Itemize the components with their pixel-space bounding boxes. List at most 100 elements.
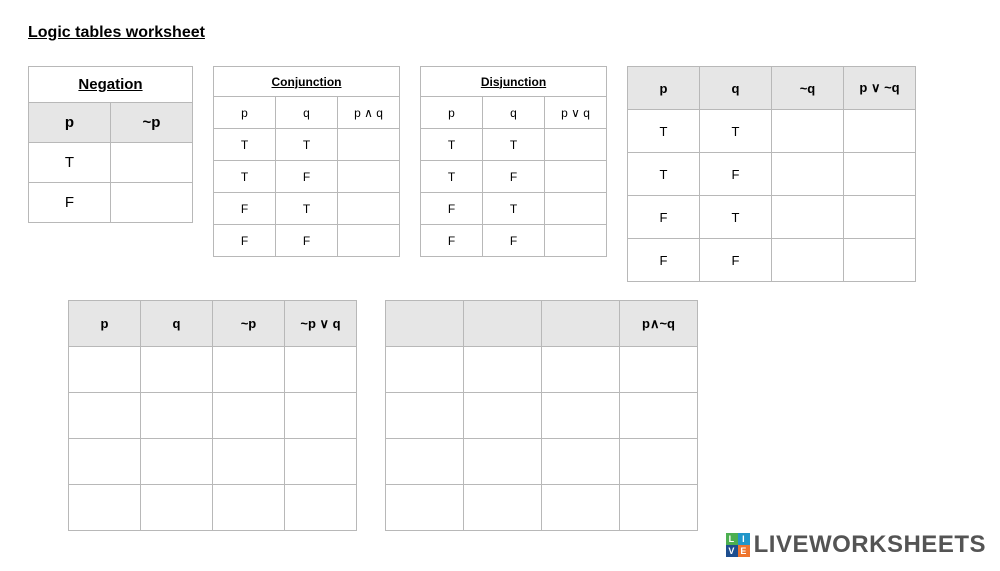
negation-cell[interactable]: T [29,143,111,183]
expr2-cell[interactable] [69,347,141,393]
expr3-cell[interactable] [464,347,542,393]
expr2-cell[interactable] [213,439,285,485]
expr2-header: ~p ∨ q [285,301,357,347]
conjunction-cell[interactable]: T [276,193,338,225]
expr2-cell[interactable] [69,485,141,531]
conjunction-cell[interactable]: F [214,193,276,225]
negation-title: Negation [29,67,193,103]
expr3-header[interactable] [386,301,464,347]
expr2-header: q [141,301,213,347]
expr3-cell[interactable] [386,347,464,393]
expr3-cell[interactable] [542,393,620,439]
disjunction-cell[interactable]: T [483,193,545,225]
expr2-table: p q ~p ~p ∨ q [68,300,357,531]
expr1-cell[interactable] [844,239,916,282]
expr2-cell[interactable] [141,439,213,485]
expr2-cell[interactable] [285,393,357,439]
conjunction-title: Conjunction [214,67,400,97]
tables-row-1: Negation p ~p T F Conjunction p q p ∧ q … [28,66,972,282]
disjunction-cell[interactable]: F [421,225,483,257]
expr3-cell[interactable] [620,347,698,393]
disjunction-cell[interactable]: T [483,129,545,161]
expr3-cell[interactable] [542,439,620,485]
expr1-cell[interactable]: F [628,239,700,282]
disjunction-cell[interactable]: F [483,225,545,257]
conjunction-cell[interactable]: F [276,225,338,257]
expr1-cell[interactable] [772,153,844,196]
expr1-header: ~q [772,67,844,110]
expr1-cell[interactable]: T [628,153,700,196]
negation-cell[interactable]: F [29,183,111,223]
expr2-cell[interactable] [141,393,213,439]
expr2-cell[interactable] [141,347,213,393]
disjunction-cell[interactable]: T [421,129,483,161]
expr3-cell[interactable] [620,393,698,439]
negation-cell[interactable] [111,183,193,223]
disjunction-header: q [483,97,545,129]
expr2-cell[interactable] [69,439,141,485]
tables-row-2: p q ~p ~p ∨ q [68,300,972,531]
expr1-cell[interactable]: T [700,110,772,153]
expr1-cell[interactable]: F [700,153,772,196]
conjunction-cell[interactable]: T [214,129,276,161]
expr1-cell[interactable] [772,196,844,239]
expr3-cell[interactable] [386,485,464,531]
expr1-cell[interactable] [772,239,844,282]
conjunction-cell[interactable] [338,129,400,161]
expr2-cell[interactable] [285,439,357,485]
badge-letter: E [738,545,750,557]
disjunction-cell[interactable] [545,161,607,193]
expr1-cell[interactable]: T [628,110,700,153]
negation-header-notp: ~p [111,103,193,143]
conjunction-cell[interactable] [338,193,400,225]
expr3-cell[interactable] [386,393,464,439]
conjunction-cell[interactable]: T [214,161,276,193]
liveworksheets-badge-icon: L I V E [726,533,750,557]
expr2-cell[interactable] [69,393,141,439]
expr3-header[interactable] [464,301,542,347]
expr2-cell[interactable] [213,347,285,393]
expr1-cell[interactable] [844,153,916,196]
conjunction-cell[interactable] [338,161,400,193]
conjunction-cell[interactable]: F [276,161,338,193]
conjunction-cell[interactable] [338,225,400,257]
expr1-cell[interactable] [844,110,916,153]
expr1-cell[interactable]: F [628,196,700,239]
expr2-cell[interactable] [213,393,285,439]
negation-table: Negation p ~p T F [28,66,193,223]
conjunction-cell[interactable]: T [276,129,338,161]
expr3-cell[interactable] [464,439,542,485]
expr2-cell[interactable] [285,347,357,393]
disjunction-cell[interactable] [545,193,607,225]
expr3-cell[interactable] [620,439,698,485]
expr3-cell[interactable] [464,393,542,439]
expr1-cell[interactable] [772,110,844,153]
conjunction-header: p ∧ q [338,97,400,129]
expr2-cell[interactable] [213,485,285,531]
expr3-header[interactable] [542,301,620,347]
expr2-cell[interactable] [141,485,213,531]
expr1-cell[interactable] [844,196,916,239]
disjunction-cell[interactable]: F [483,161,545,193]
expr1-table: p q ~q p ∨ ~q T T T F F T F F [627,66,916,282]
expr2-header: ~p [213,301,285,347]
disjunction-header: p ∨ q [545,97,607,129]
expr1-cell[interactable]: F [700,239,772,282]
disjunction-cell[interactable] [545,129,607,161]
disjunction-table: Disjunction p q p ∨ q T T T F F T F F [420,66,607,257]
expr3-cell[interactable] [620,485,698,531]
disjunction-cell[interactable]: T [421,161,483,193]
expr3-cell[interactable] [542,347,620,393]
disjunction-cell[interactable]: F [421,193,483,225]
disjunction-cell[interactable] [545,225,607,257]
expr3-cell[interactable] [464,485,542,531]
expr3-table: p∧~q [385,300,698,531]
expr1-cell[interactable]: T [700,196,772,239]
conjunction-header: p [214,97,276,129]
expr3-cell[interactable] [542,485,620,531]
expr3-cell[interactable] [386,439,464,485]
expr2-cell[interactable] [285,485,357,531]
conjunction-header: q [276,97,338,129]
negation-cell[interactable] [111,143,193,183]
conjunction-cell[interactable]: F [214,225,276,257]
